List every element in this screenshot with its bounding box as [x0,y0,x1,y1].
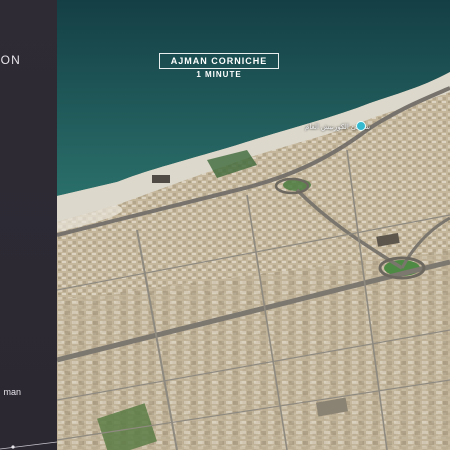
location-caption-box: AJMAN CORNICHE [159,53,279,69]
side-panel-bottom-text: man [3,387,21,397]
aerial-map: AJMAN CORNICHE 1 MINUTE شاطئ الكورنيش ال… [57,0,450,450]
beach-poi-icon [356,121,366,131]
side-panel: ON man [0,0,57,450]
map-composite: ON man AJMAN CORNICHE 1 MINUTE شاطئ الكو… [0,0,450,450]
location-caption-time: 1 MINUTE [196,70,242,79]
side-panel-title: ON [0,53,21,67]
side-panel-connector-line [0,441,57,450]
